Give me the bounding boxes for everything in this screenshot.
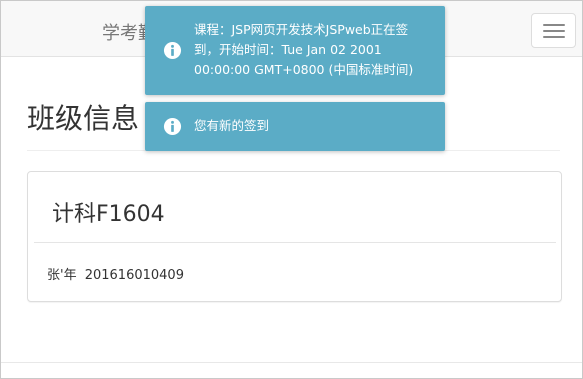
- hamburger-menu-icon: [543, 24, 565, 26]
- notification-toast[interactable]: 您有新的签到: [145, 102, 445, 151]
- class-name: 计科F1604: [52, 202, 165, 227]
- hamburger-menu-icon-bar: [543, 30, 565, 32]
- info-icon: [163, 41, 182, 60]
- student-name: 张'年: [47, 268, 77, 283]
- page-title: 班级信息: [27, 102, 140, 135]
- menu-toggle-button[interactable]: [531, 13, 576, 48]
- notification-toast[interactable]: 课程：JSP网页开发技术JSPweb正在签到，开始时间：Tue Jan 02 2…: [145, 6, 445, 95]
- info-icon: [163, 117, 182, 136]
- student-id: 201616010409: [84, 268, 184, 283]
- student-row: 张'年 201616010409: [47, 264, 184, 283]
- hamburger-menu-icon-bar: [543, 36, 565, 38]
- footer-divider: [1, 362, 582, 363]
- notification-message: 课程：JSP网页开发技术JSPweb正在签到，开始时间：Tue Jan 02 2…: [194, 22, 414, 77]
- notification-message: 您有新的签到: [194, 118, 270, 133]
- class-card: 计科F1604 张'年 201616010409: [27, 171, 562, 302]
- card-divider: [34, 242, 556, 243]
- app-frame: 学考勤系统 班级信息 计科F1604 张'年 201616010409 课程：J…: [0, 0, 583, 379]
